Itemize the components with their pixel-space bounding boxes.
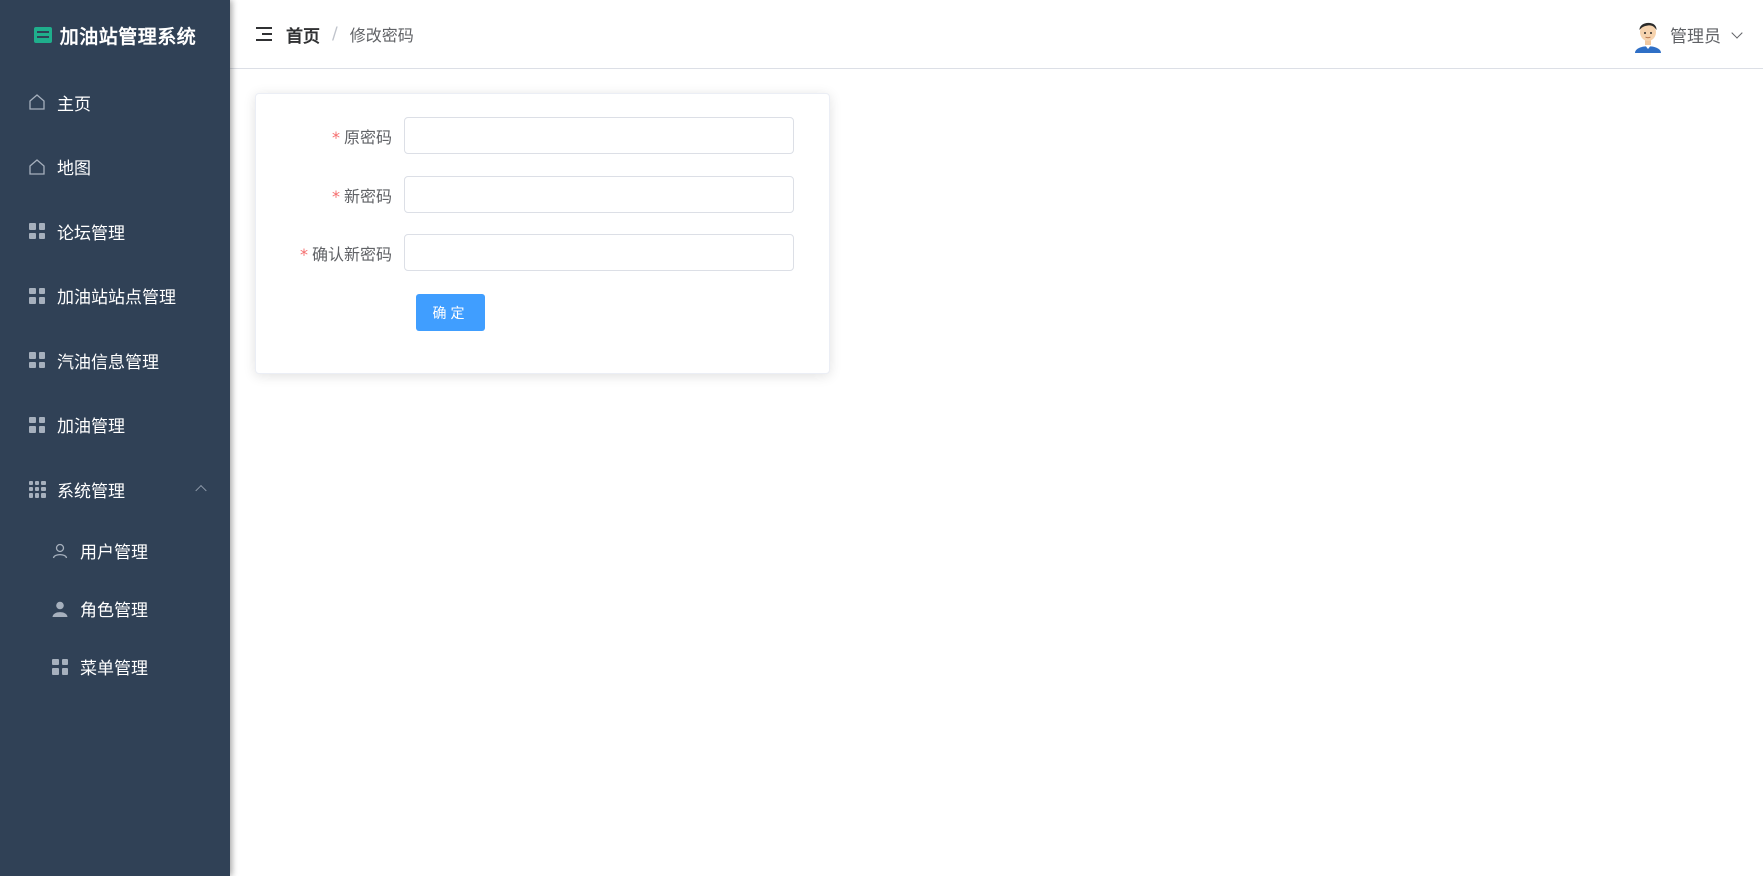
sidebar-item-forum[interactable]: 论坛管理 <box>0 199 230 264</box>
home-icon <box>27 157 47 177</box>
breadcrumb-separator: / <box>332 24 338 44</box>
sidebar-item-menus[interactable]: 菜单管理 <box>0 638 230 696</box>
sidebar-item-stations[interactable]: 加油站站点管理 <box>0 264 230 329</box>
breadcrumb-current: 修改密码 <box>349 26 414 45</box>
user-filled-icon <box>50 599 70 619</box>
sidebar-item-refuel[interactable]: 加油管理 <box>0 393 230 458</box>
sidebar-item-system[interactable]: 系统管理 <box>0 457 230 522</box>
sidebar-menu: 主页 地图 论坛管理 加油站站点管理 汽油信息管理 加油管理 系统管理 用户管理… <box>0 70 230 696</box>
grid-icon <box>27 286 47 306</box>
user-icon <box>50 541 70 561</box>
user-dropdown[interactable]: 管理员 <box>1632 0 1743 69</box>
sidebar-item-label: 论坛管理 <box>57 223 125 244</box>
sidebar-item-label: 地图 <box>57 159 91 180</box>
form-item-new-password: * 新密码 <box>256 176 829 213</box>
sidebar-item-label: 系统管理 <box>57 481 125 502</box>
confirm-password-label: * 确认新密码 <box>299 244 392 264</box>
sidebar-item-roles[interactable]: 角色管理 <box>0 580 230 638</box>
sidebar-item-label: 用户管理 <box>80 543 148 563</box>
sidebar-item-home[interactable]: 主页 <box>0 70 230 135</box>
old-password-label: * 原密码 <box>331 127 392 147</box>
old-password-input[interactable] <box>404 117 794 154</box>
new-password-label: * 新密码 <box>331 186 392 206</box>
grid-icon <box>27 415 47 435</box>
confirm-password-input[interactable] <box>404 234 794 271</box>
new-password-input[interactable] <box>404 176 794 213</box>
sidebar-item-users[interactable]: 用户管理 <box>0 522 230 580</box>
sidebar-item-label: 汽油信息管理 <box>57 352 159 373</box>
sidebar-item-label: 主页 <box>57 94 91 115</box>
grid-icon <box>27 350 47 370</box>
apps-icon <box>27 479 47 499</box>
sidebar-item-map[interactable]: 地图 <box>0 135 230 200</box>
sidebar-item-label: 加油站站点管理 <box>57 288 176 309</box>
top-navbar: 首页 / 修改密码 管理员 <box>230 0 1763 69</box>
grid-icon <box>50 657 70 677</box>
chevron-up-icon <box>195 485 207 497</box>
form-item-old-password: * 原密码 <box>256 117 829 154</box>
breadcrumb: 首页 / 修改密码 <box>286 22 414 47</box>
breadcrumb-home[interactable]: 首页 <box>286 22 320 47</box>
user-name: 管理员 <box>1670 27 1721 47</box>
app-title: 加油站管理系统 <box>59 25 197 48</box>
sidebar-item-fuel-info[interactable]: 汽油信息管理 <box>0 328 230 393</box>
brand[interactable]: 加油站管理系统 <box>0 0 230 70</box>
confirm-button[interactable]: 确定 <box>416 294 485 331</box>
form-item-confirm-password: * 确认新密码 <box>256 234 829 271</box>
avatar <box>1632 17 1664 53</box>
chevron-down-icon <box>1731 26 1743 39</box>
home-icon <box>27 92 47 112</box>
required-mark: * <box>331 127 340 147</box>
required-mark: * <box>299 244 308 264</box>
required-mark: * <box>331 186 340 206</box>
sidebar-item-label: 加油管理 <box>57 417 125 438</box>
change-password-card: * 原密码 * 新密码 * 确认新密码 确定 <box>255 93 830 374</box>
grid-icon <box>27 221 47 241</box>
menu-toggle-icon[interactable] <box>256 27 272 41</box>
sidebar: 加油站管理系统 主页 地图 论坛管理 加油站站点管理 汽油信息管理 加油管理 系… <box>0 0 230 876</box>
logo-icon <box>33 27 52 43</box>
sidebar-item-label: 菜单管理 <box>80 659 148 679</box>
sidebar-item-label: 角色管理 <box>80 601 148 621</box>
